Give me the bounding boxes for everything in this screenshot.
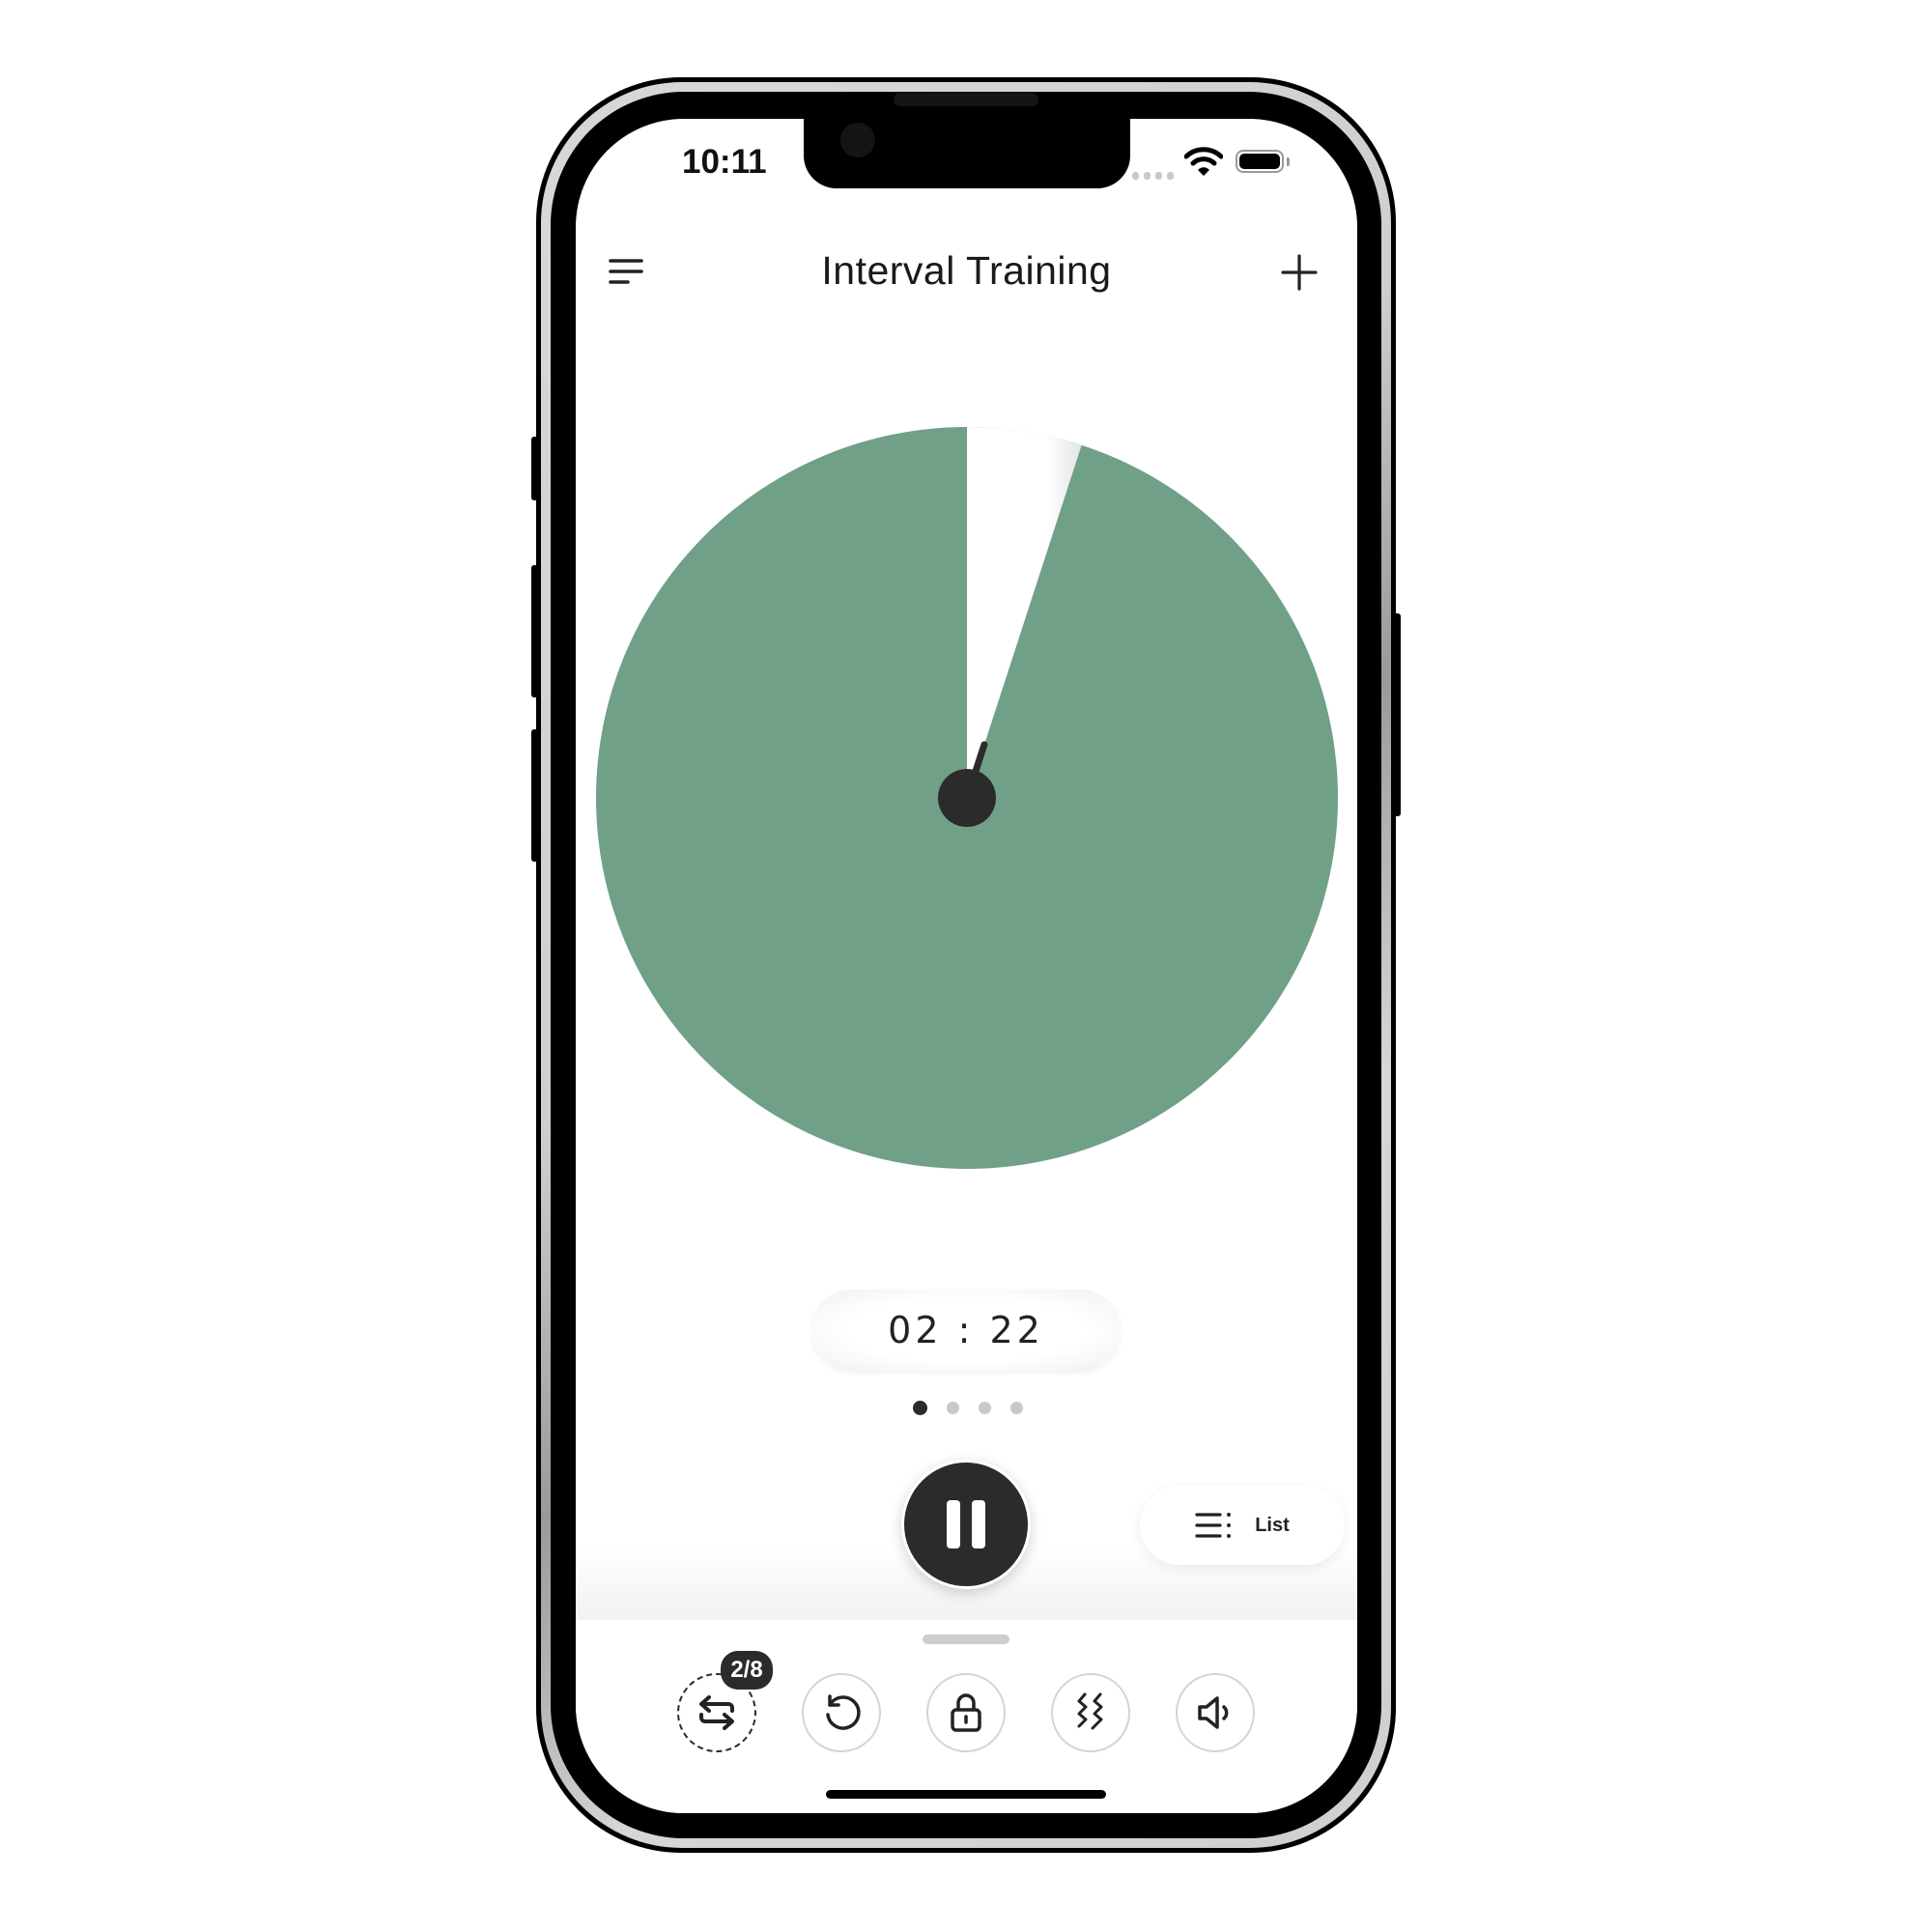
earpiece-speaker: [894, 93, 1038, 106]
timer-dial[interactable]: [596, 427, 1338, 1169]
reset-button[interactable]: [802, 1673, 881, 1752]
sound-button[interactable]: [1176, 1673, 1255, 1752]
plus-icon[interactable]: [1280, 253, 1319, 292]
page-indicator[interactable]: [913, 1401, 1023, 1415]
pause-button[interactable]: [901, 1460, 1031, 1589]
sheet-grabber[interactable]: [923, 1634, 1009, 1644]
battery-tip: [1287, 157, 1290, 166]
status-time: 10:11: [682, 143, 767, 181]
wifi-icon: [1184, 147, 1223, 176]
lock-icon: [951, 1693, 981, 1732]
home-indicator[interactable]: [826, 1790, 1106, 1799]
page-dot[interactable]: [947, 1402, 959, 1414]
repeat-count-badge: 2/8: [721, 1651, 773, 1690]
vibration-button[interactable]: [1051, 1673, 1130, 1752]
list-label: List: [1255, 1514, 1290, 1536]
dial-hub[interactable]: [938, 769, 996, 827]
reset-icon: [826, 1694, 861, 1730]
timer-text: 02 : 22: [888, 1309, 1044, 1351]
repeat-icon: [699, 1695, 734, 1730]
list-icon: [1195, 1513, 1232, 1538]
pause-icon: [947, 1500, 985, 1548]
page-title: Interval Training: [821, 248, 1112, 293]
front-camera: [840, 123, 875, 157]
cellular-signal-icon: [1132, 172, 1174, 180]
page-dot[interactable]: [1010, 1402, 1023, 1414]
vibration-icon: [1077, 1692, 1103, 1730]
list-button[interactable]: List: [1140, 1486, 1345, 1565]
page-dot[interactable]: [979, 1402, 991, 1414]
battery-icon: [1236, 150, 1284, 173]
volume-icon: [1198, 1696, 1229, 1729]
timer-display: 02 : 22: [811, 1290, 1121, 1371]
lock-button[interactable]: [926, 1673, 1006, 1752]
phone-screen: 10:11 Interval Training 02 : 22 List 2/8: [576, 119, 1357, 1813]
notch: [804, 119, 1130, 188]
page-dot[interactable]: [913, 1401, 927, 1415]
